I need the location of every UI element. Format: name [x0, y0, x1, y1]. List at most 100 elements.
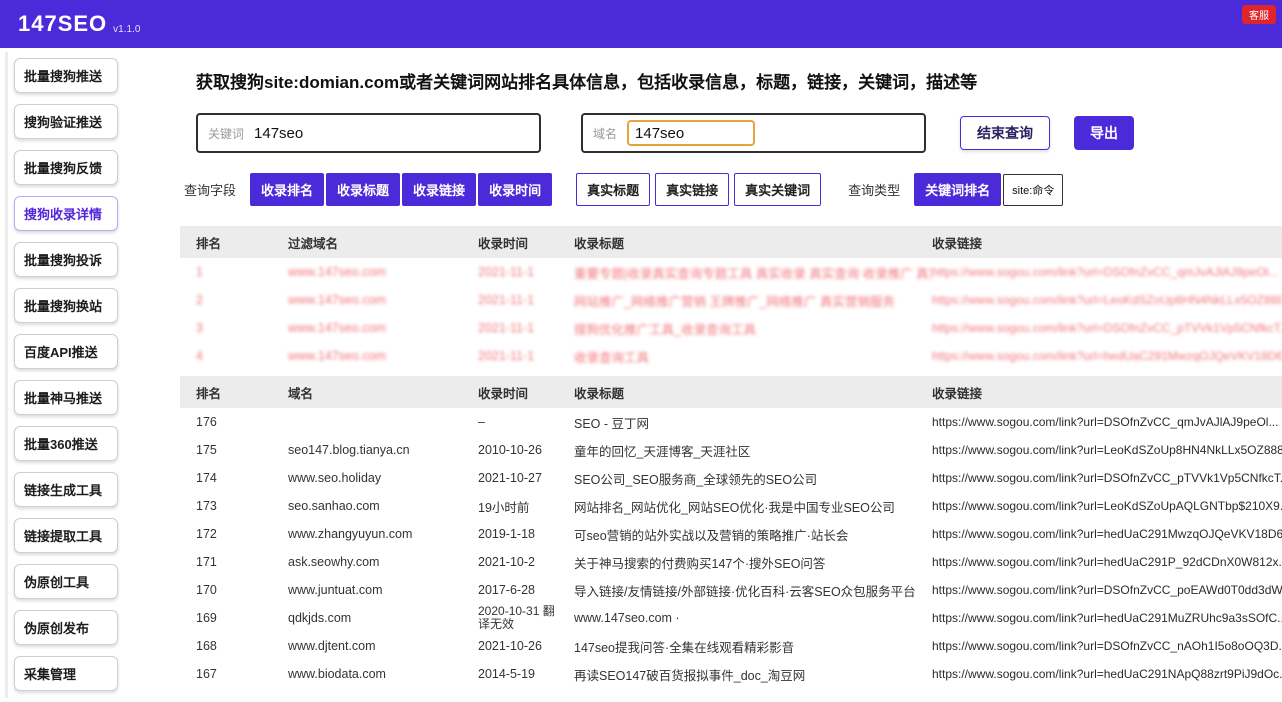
- cell-rank: 175: [196, 443, 217, 457]
- sidebar-item-batch-sogou-feedback[interactable]: 批量搜狗反馈: [14, 150, 118, 185]
- cell-title: SEO公司_SEO服务商_全球领先的SEO公司: [574, 472, 818, 487]
- col-link: 收录链接: [932, 386, 983, 401]
- main-content: 获取搜狗site:domian.com或者关键词网站排名具体信息，包括收录信息，…: [152, 48, 1282, 702]
- table-row: 3 www.147seo.com 2021-11-1 搜狗优化推广工具_收录查询…: [180, 314, 1282, 342]
- domain-input[interactable]: [627, 120, 756, 146]
- filter-include-title[interactable]: 收录标题: [326, 173, 401, 206]
- col-link: 收录链接: [932, 236, 983, 251]
- keyword-input[interactable]: 关键词 147seo: [196, 113, 541, 153]
- sidebar-item-batch-360-push[interactable]: 批量360推送: [14, 426, 118, 461]
- cell-rank: 176: [196, 415, 217, 429]
- cell-link[interactable]: https://www.sogou.com/link?url=DSOfnZvCC…: [932, 321, 1282, 335]
- col-title: 收录标题: [574, 236, 625, 251]
- query-type-site-command[interactable]: site:命令: [1003, 173, 1064, 206]
- cell-title: 童年的回忆_天涯博客_天涯社区: [574, 444, 751, 459]
- sidebar-item-batch-sogou-swap[interactable]: 批量搜狗换站: [14, 288, 118, 323]
- keyword-value: 147seo: [254, 124, 304, 142]
- sidebar-item-batch-sogou-push[interactable]: 批量搜狗推送: [14, 58, 118, 93]
- cell-time: 2010-10-26: [478, 443, 542, 457]
- filter-include-rank[interactable]: 收录排名: [250, 173, 325, 206]
- app-logo: 147SEO: [18, 11, 108, 36]
- cell-time: 2021-10-26: [478, 639, 542, 653]
- cell-rank: 171: [196, 555, 217, 569]
- cell-link[interactable]: https://www.sogou.com/link?url=hedUaC291…: [932, 667, 1282, 681]
- cell-link[interactable]: https://www.sogou.com/link?url=DSOfnZvCC…: [932, 471, 1282, 485]
- cell-rank: 167: [196, 667, 217, 681]
- sidebar-item-pseudo-original-publish[interactable]: 伪原创发布: [14, 610, 118, 645]
- cell-title: 关于神马搜索的付费购买147个·搜外SEO问答: [574, 556, 826, 571]
- sidebar-item-link-generate-tool[interactable]: 链接生成工具: [14, 472, 118, 507]
- table-row: 167 www.biodata.com 2014-5-19 再读SEO147破百…: [180, 660, 1282, 688]
- search-row: 关键词 147seo 域名 结束查询 导出: [196, 113, 1266, 153]
- cell-rank: 170: [196, 583, 217, 597]
- sidebar-item-batch-shenma-push[interactable]: 批量神马推送: [14, 380, 118, 415]
- cell-domain: www.zhangyuyun.com: [288, 527, 413, 541]
- cell-link[interactable]: https://www.sogou.com/link?url=LeoKdSZoU…: [932, 499, 1282, 513]
- filter-real-link[interactable]: 真实链接: [655, 173, 730, 206]
- table-row: 174 www.seo.holiday 2021-10-27 SEO公司_SEO…: [180, 464, 1282, 492]
- cell-link[interactable]: https://www.sogou.com/link?url=hedUaC291…: [932, 555, 1282, 569]
- cell-rank: 172: [196, 527, 217, 541]
- filter-include-link[interactable]: 收录链接: [402, 173, 477, 206]
- redacted-table-header: 排名 过滤域名 收录时间 收录标题 收录链接: [180, 226, 1282, 258]
- table-row: 2 www.147seo.com 2021-11-1 网站推广_网络推广营销 王…: [180, 286, 1282, 314]
- query-type-label: 查询类型: [848, 183, 901, 198]
- col-domain: 域名: [288, 386, 314, 401]
- col-time: 收录时间: [478, 386, 529, 401]
- end-query-button[interactable]: 结束查询: [960, 116, 1050, 150]
- filter-include-time[interactable]: 收录时间: [478, 173, 553, 206]
- cell-link[interactable]: https://www.sogou.com/link?url=hedUaC291…: [932, 611, 1282, 625]
- cell-title: SEO - 豆丁网: [574, 416, 650, 431]
- cell-time: 2021-10-2: [478, 555, 535, 569]
- cell-domain: www.147seo.com: [288, 293, 386, 307]
- cell-title: 搜狗优化推广工具_收录查询工具: [574, 322, 756, 337]
- cell-time: 2017-6-28: [478, 583, 535, 597]
- domain-input-box[interactable]: 域名: [581, 113, 926, 153]
- cell-link[interactable]: https://www.sogou.com/link?url=DSOfnZvCC…: [932, 639, 1282, 653]
- sidebar-item-batch-sogou-complaint[interactable]: 批量搜狗投诉: [14, 242, 118, 277]
- col-rank: 排名: [196, 236, 222, 251]
- cell-time: 19小时前: [478, 500, 530, 515]
- col-rank: 排名: [196, 386, 222, 401]
- table-row: 1 www.147seo.com 2021-11-1 重要专题|收录真实查询专题…: [180, 258, 1282, 286]
- cell-link[interactable]: https://www.sogou.com/link?url=DSOfnZvCC…: [932, 265, 1282, 279]
- cell-domain: www.biodata.com: [288, 667, 386, 681]
- app-version: v1.1.0: [113, 23, 141, 35]
- export-button[interactable]: 导出: [1074, 116, 1134, 150]
- cell-link[interactable]: https://www.sogou.com/link?url=DSOfnZvCC…: [932, 583, 1282, 597]
- table-row: 4 www.147seo.com 2021-11-1 收录查询工具 https:…: [180, 342, 1282, 370]
- cell-link[interactable]: https://www.sogou.com/link?url=LeoKdSZoU…: [932, 443, 1282, 457]
- cell-time: 2021-11-1: [478, 321, 535, 335]
- sidebar-item-collect-manage[interactable]: 采集管理: [14, 656, 118, 691]
- page-title: 获取搜狗site:domian.com或者关键词网站排名具体信息，包括收录信息，…: [196, 73, 978, 92]
- table-row: 172 www.zhangyuyun.com 2019-1-18 可seo营销的…: [180, 520, 1282, 548]
- filter-real-title[interactable]: 真实标题: [576, 173, 651, 206]
- cell-rank: 4: [196, 349, 203, 363]
- cell-domain: www.seo.holiday: [288, 471, 382, 485]
- sidebar-item-sogou-include-detail[interactable]: 搜狗收录详情: [14, 196, 118, 231]
- cell-link[interactable]: https://www.sogou.com/link?url=LeoKdSZoU…: [932, 293, 1282, 307]
- cell-rank: 168: [196, 639, 217, 653]
- cell-time: 2020-10-31 翻译无效: [478, 604, 555, 631]
- sidebar-item-baidu-api-push[interactable]: 百度API推送: [14, 334, 118, 369]
- cell-domain: seo.sanhao.com: [288, 499, 380, 513]
- cell-link[interactable]: https://www.sogou.com/link?url=hedUaC291…: [932, 349, 1282, 363]
- cell-rank: 173: [196, 499, 217, 513]
- header-badge[interactable]: 客服: [1242, 5, 1276, 24]
- table-row: 170 www.juntuat.com 2017-6-28 导入链接/友情链接/…: [180, 576, 1282, 604]
- filter-real-keyword[interactable]: 真实关键词: [734, 173, 822, 206]
- results-table-header: 排名 域名 收录时间 收录标题 收录链接: [180, 376, 1282, 408]
- sidebar-item-pseudo-original-tool[interactable]: 伪原创工具: [14, 564, 118, 599]
- table-row: 173 seo.sanhao.com 19小时前 网站排名_网站优化_网站SEO…: [180, 492, 1282, 520]
- cell-title: 重要专题|收录真实查询专题工具 真实收录 真实查询 收录推广 真实关键词: [574, 266, 932, 281]
- sidebar: 批量搜狗推送 搜狗验证推送 批量搜狗反馈 搜狗收录详情 批量搜狗投诉 批量搜狗换…: [0, 48, 152, 702]
- cell-link[interactable]: https://www.sogou.com/link?url=DSOfnZvCC…: [932, 415, 1282, 429]
- cell-link[interactable]: https://www.sogou.com/link?url=hedUaC291…: [932, 527, 1282, 541]
- filter-bar: 查询字段 收录排名 收录标题 收录链接 收录时间 真实标题 真实链接 真实关键词…: [184, 173, 1282, 206]
- cell-title: 导入链接/友情链接/外部链接·优化百科·云客SEO众包服务平台: [574, 584, 916, 599]
- cell-domain: www.147seo.com: [288, 321, 386, 335]
- cell-title: 147seo提我问答·全集在线观看精彩影音: [574, 640, 795, 655]
- sidebar-item-sogou-verify-push[interactable]: 搜狗验证推送: [14, 104, 118, 139]
- sidebar-item-link-extract-tool[interactable]: 链接提取工具: [14, 518, 118, 553]
- query-type-keyword-rank[interactable]: 关键词排名: [914, 173, 1002, 206]
